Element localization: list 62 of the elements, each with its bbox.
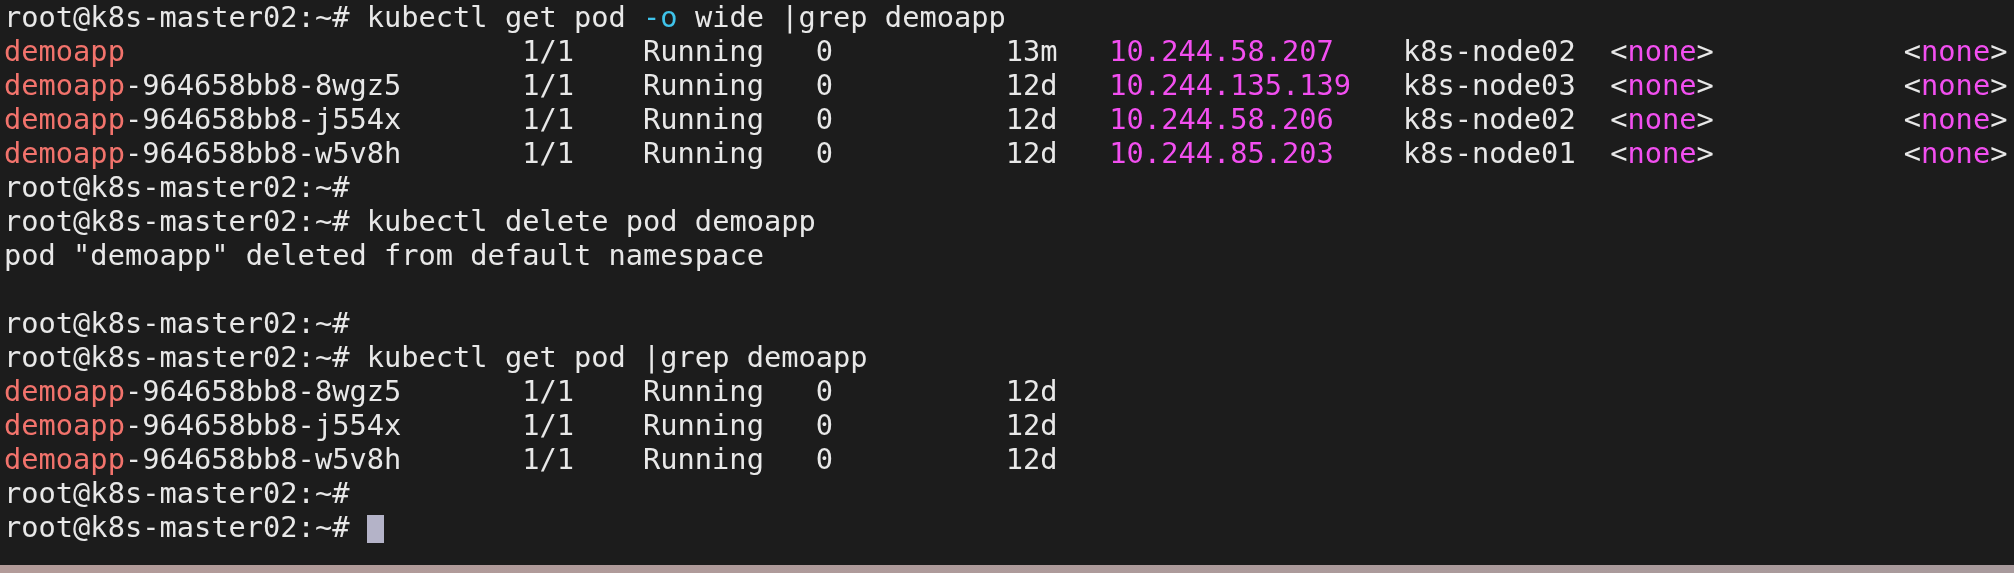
pod-name: demoapp-964658bb8-j554x bbox=[4, 102, 402, 136]
node-name: k8s-node01 bbox=[1402, 136, 1576, 170]
ready-count: 1/1 bbox=[522, 408, 574, 442]
restart-count: 0 bbox=[815, 68, 833, 102]
pod-status: Running bbox=[643, 102, 764, 136]
shell-prompt: root@k8s-master02:~# bbox=[4, 0, 350, 34]
nominated-node-text: <none> bbox=[1610, 68, 1714, 102]
readiness-gates-text: <none> bbox=[1903, 136, 2008, 170]
restart-count: 0 bbox=[815, 102, 833, 136]
command-text: kubectl delete pod demoapp bbox=[366, 204, 816, 238]
pod-name: demoapp-964658bb8-8wgz5 bbox=[4, 374, 402, 408]
restart-count: 0 bbox=[815, 442, 833, 476]
node-name: k8s-node02 bbox=[1402, 34, 1576, 68]
pod-status: Running bbox=[643, 68, 764, 102]
pod-status: Running bbox=[643, 374, 764, 408]
pod-ip: 10.244.58.206 bbox=[1109, 102, 1334, 136]
pod-name: demoapp-964658bb8-w5v8h bbox=[4, 442, 402, 476]
pod-name: demoapp-964658bb8-w5v8h bbox=[4, 136, 402, 170]
nominated-node-text: <none> bbox=[1610, 34, 1714, 68]
pod-age: 12d bbox=[1005, 68, 1058, 102]
ready-count: 1/1 bbox=[522, 34, 574, 68]
nominated-node-text: <none> bbox=[1610, 136, 1714, 170]
ready-count: 1/1 bbox=[522, 374, 574, 408]
shell-prompt: root@k8s-master02:~# bbox=[4, 340, 350, 374]
pod-age: 12d bbox=[1005, 442, 1058, 476]
shell-prompt: root@k8s-master02:~# bbox=[4, 306, 350, 340]
pod-age: 12d bbox=[1005, 102, 1058, 136]
restart-count: 0 bbox=[815, 374, 833, 408]
command-text: kubectl get pod -o wide |grep demoapp bbox=[366, 0, 1006, 34]
ready-count: 1/1 bbox=[522, 68, 574, 102]
restart-count: 0 bbox=[815, 408, 833, 442]
readiness-gates-text: <none> bbox=[1903, 68, 2008, 102]
pod-status: Running bbox=[643, 34, 764, 68]
node-name: k8s-node03 bbox=[1402, 68, 1576, 102]
pod-ip: 10.244.85.203 bbox=[1109, 136, 1334, 170]
readiness-gates-text: <none> bbox=[1903, 34, 2008, 68]
pod-name: demoapp-964658bb8-j554x bbox=[4, 408, 402, 442]
restart-count: 0 bbox=[815, 136, 833, 170]
shell-prompt: root@k8s-master02:~# bbox=[4, 510, 350, 544]
node-name: k8s-node02 bbox=[1402, 102, 1576, 136]
pod-age: 12d bbox=[1005, 374, 1058, 408]
pod-ip: 10.244.135.139 bbox=[1109, 68, 1352, 102]
pod-age: 13m bbox=[1005, 34, 1058, 68]
pod-age: 12d bbox=[1005, 408, 1058, 442]
pod-name: demoapp-964658bb8-8wgz5 bbox=[4, 68, 402, 102]
shell-prompt: root@k8s-master02:~# bbox=[4, 476, 350, 510]
ready-count: 1/1 bbox=[522, 136, 574, 170]
readiness-gates-text: <none> bbox=[1903, 102, 2008, 136]
nominated-node-text: <none> bbox=[1610, 102, 1714, 136]
ready-count: 1/1 bbox=[522, 442, 574, 476]
ready-count: 1/1 bbox=[522, 102, 574, 136]
pod-status: Running bbox=[643, 408, 764, 442]
shell-prompt: root@k8s-master02:~# bbox=[4, 204, 350, 238]
shell-prompt: root@k8s-master02:~# bbox=[4, 170, 350, 204]
pod-ip: 10.244.58.207 bbox=[1109, 34, 1334, 68]
pod-status: Running bbox=[643, 442, 764, 476]
command-text: kubectl get pod |grep demoapp bbox=[366, 340, 868, 374]
output-text: pod "demoapp" deleted from default namespace bbox=[4, 238, 764, 272]
pod-age: 12d bbox=[1005, 136, 1058, 170]
pod-name: demoapp bbox=[4, 34, 125, 68]
pod-status: Running bbox=[643, 136, 764, 170]
restart-count: 0 bbox=[815, 34, 833, 68]
